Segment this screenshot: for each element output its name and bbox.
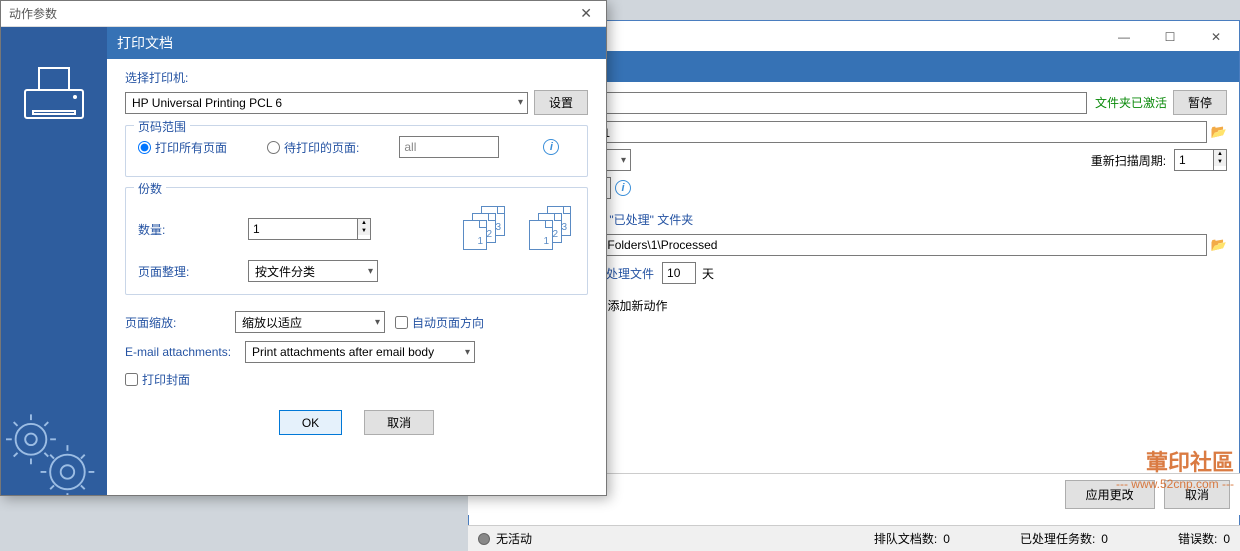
auto-orient-checkbox[interactable]: 自动页面方向 <box>395 314 484 331</box>
select-printer-label: 选择打印机: <box>125 69 588 86</box>
collate-label: 页面整理: <box>138 263 238 280</box>
print-all-radio[interactable]: 打印所有页面 <box>138 139 227 156</box>
printer-icon <box>24 67 84 119</box>
cancel-button[interactable]: 取消 <box>364 410 434 435</box>
zoom-select[interactable]: 缩放以适应 <box>235 311 385 333</box>
printer-select[interactable]: HP Universal Printing PCL 6 <box>125 92 528 114</box>
days-input[interactable]: 10 <box>662 262 696 284</box>
attachments-select[interactable]: Print attachments after email body <box>245 341 475 363</box>
window-controls: — ☐ ✕ <box>1101 23 1239 51</box>
collate-select[interactable]: 按文件分类 <box>248 260 378 282</box>
status-led-icon <box>478 533 490 545</box>
action-params-dialog: 动作参数 ✕ 打印文档 选择打印机: HP Universal Prin <box>0 0 607 496</box>
status-bar: 无活动 排队文档数: 0 已处理任务数: 0 错误数: 0 <box>468 525 1240 551</box>
folder-activated-label: 文件夹已激活 <box>1095 94 1167 111</box>
page-range-group: 页码范围 打印所有页面 待打印的页面: all i <box>125 125 588 177</box>
page-range-title: 页码范围 <box>134 118 190 135</box>
pages-input[interactable]: all <box>399 136 499 158</box>
copies-title: 份数 <box>134 180 166 197</box>
gear-icon <box>6 399 102 495</box>
attachments-label: E-mail attachments: <box>125 345 235 359</box>
info-icon[interactable]: i <box>615 180 631 196</box>
status-activity: 无活动 <box>496 530 532 547</box>
zoom-label: 页面缩放: <box>125 314 225 331</box>
dialog-title: 动作参数 <box>9 5 57 22</box>
folder-icon[interactable]: 📂 <box>1211 124 1227 140</box>
processed-label: 已处理任务数: <box>1020 530 1095 547</box>
maximize-button[interactable]: ☐ <box>1147 23 1193 51</box>
errors-label: 错误数: <box>1178 530 1217 547</box>
ok-button[interactable]: OK <box>279 410 342 435</box>
days-unit: 天 <box>702 265 714 282</box>
info-icon[interactable]: i <box>543 139 559 155</box>
rescan-label: 重新扫描周期: <box>1091 152 1166 169</box>
printer-settings-button[interactable]: 设置 <box>534 90 588 115</box>
processed-value: 0 <box>1101 532 1108 546</box>
copies-group: 份数 数量: 1 ▲▼ 3 2 1 <box>125 187 588 295</box>
dialog-sidebar <box>1 27 107 495</box>
cancel-bg-button[interactable]: 取消 <box>1164 480 1230 509</box>
collate-icon-2: 3 2 1 <box>529 206 575 252</box>
minimize-button[interactable]: — <box>1101 23 1147 51</box>
print-cover-checkbox[interactable]: 打印封面 <box>125 371 190 388</box>
add-action-link[interactable]: +添加新动作 <box>597 297 668 314</box>
dialog-close-button[interactable]: ✕ <box>574 5 598 22</box>
rescan-spinner[interactable]: 1 ▲▼ <box>1174 149 1227 171</box>
collate-icon-1: 3 2 1 <box>463 206 509 252</box>
queue-label: 排队文档数: <box>874 530 937 547</box>
apply-button[interactable]: 应用更改 <box>1065 480 1155 509</box>
errors-value: 0 <box>1223 532 1230 546</box>
pause-button[interactable]: 暂停 <box>1173 90 1227 115</box>
dialog-header: 打印文档 <box>107 27 606 59</box>
pages-to-print-radio[interactable]: 待打印的页面: <box>267 139 359 156</box>
folder-icon[interactable]: 📂 <box>1211 237 1227 253</box>
quantity-label: 数量: <box>138 221 238 238</box>
quantity-spinner[interactable]: 1 ▲▼ <box>248 218 371 240</box>
close-button[interactable]: ✕ <box>1193 23 1239 51</box>
queue-value: 0 <box>943 532 950 546</box>
